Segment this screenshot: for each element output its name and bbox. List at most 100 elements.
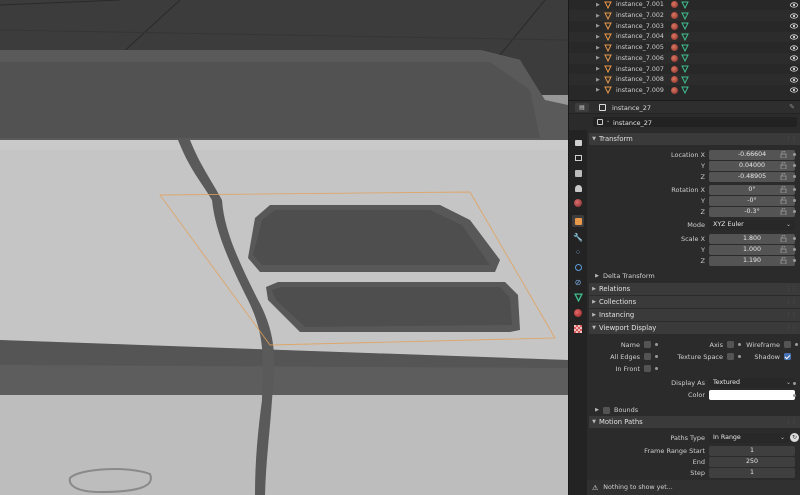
step-field[interactable]: 1 — [709, 468, 795, 478]
tab-data[interactable] — [572, 291, 584, 303]
header-object-name: instance_27 — [612, 104, 652, 112]
pin-icon[interactable]: ✎ — [789, 103, 795, 111]
keyframe-dot-icon[interactable] — [655, 343, 658, 346]
tab-scene[interactable] — [572, 182, 584, 194]
visibility-eye-icon[interactable] — [790, 77, 798, 83]
lock-icon[interactable] — [780, 186, 788, 193]
tab-output[interactable] — [572, 152, 584, 164]
in-front-checkbox[interactable] — [644, 365, 651, 372]
outliner-row[interactable]: ▶ instance_7.007 — [569, 64, 800, 75]
expand-arrow-icon[interactable]: ▶ — [596, 87, 600, 93]
tab-constraints[interactable]: ⊘ — [572, 276, 584, 288]
lock-icon[interactable] — [780, 235, 788, 242]
outliner-row[interactable]: ▶ instance_7.005 — [569, 42, 800, 53]
outliner-row[interactable]: ▶ instance_7.009 — [569, 85, 800, 96]
drag-grip-icon[interactable]: ⋮⋮ — [786, 286, 797, 292]
keyframe-dot-icon[interactable] — [793, 188, 796, 191]
outliner-row[interactable]: ▶ instance_7.002 — [569, 10, 800, 21]
drag-grip-icon[interactable]: ⋮⋮ — [786, 299, 797, 305]
keyframe-dot-icon[interactable] — [795, 343, 798, 346]
lock-icon[interactable] — [780, 162, 788, 169]
expand-arrow-icon[interactable]: ▶ — [596, 55, 600, 61]
outliner-row[interactable]: ▶ instance_7.001 — [569, 0, 800, 10]
expand-arrow-icon[interactable]: ▶ — [596, 66, 600, 72]
keyframe-dot-icon[interactable] — [793, 199, 796, 202]
lock-icon[interactable] — [780, 173, 788, 180]
lock-icon[interactable] — [780, 246, 788, 253]
keyframe-dot-icon[interactable] — [655, 367, 658, 370]
3d-viewport[interactable] — [0, 0, 568, 495]
tab-material[interactable] — [572, 307, 584, 319]
wireframe-checkbox[interactable] — [784, 341, 791, 348]
lock-icon[interactable] — [780, 257, 788, 264]
section-instancing[interactable]: ▶ Instancing ⋮⋮ — [589, 309, 800, 321]
visibility-eye-icon[interactable] — [790, 2, 798, 8]
paths-type-dropdown[interactable]: In Range ⌄ — [709, 433, 789, 443]
tab-modifiers[interactable]: 🔧 — [572, 231, 584, 243]
visibility-eye-icon[interactable] — [790, 87, 798, 94]
outliner-row[interactable]: ▶ instance_7.008 — [569, 74, 800, 86]
object-name-field[interactable]: ⌄ instance_27 — [593, 117, 797, 127]
tab-world[interactable] — [572, 197, 584, 209]
keyframe-dot-icon[interactable] — [793, 248, 796, 251]
visibility-eye-icon[interactable] — [790, 45, 798, 51]
expand-arrow-icon[interactable]: ▶ — [596, 2, 600, 8]
section-transform[interactable]: ▼ Transform ⋮⋮ — [589, 133, 800, 145]
frame-start-field[interactable]: 1 — [709, 446, 795, 456]
wireframe-label: Wireframe — [746, 341, 780, 349]
visibility-eye-icon[interactable] — [790, 23, 798, 29]
lock-icon[interactable] — [780, 208, 788, 215]
visibility-eye-icon[interactable] — [790, 34, 798, 40]
lock-icon[interactable] — [780, 197, 788, 204]
subsection-delta-transform[interactable]: ▶ Delta Transform — [589, 270, 800, 282]
drag-grip-icon[interactable]: ⋮⋮ — [786, 419, 797, 425]
keyframe-dot-icon[interactable] — [793, 259, 796, 262]
editor-type-icon[interactable]: ▤ — [575, 103, 589, 112]
expand-arrow-icon[interactable]: ▶ — [596, 34, 600, 40]
outliner-row[interactable]: ▶ instance_7.003 — [569, 21, 800, 32]
tab-particles[interactable]: ⁘ — [572, 246, 584, 258]
tab-texture[interactable] — [572, 323, 584, 335]
visibility-eye-icon[interactable] — [790, 66, 798, 72]
axis-checkbox[interactable] — [727, 341, 734, 348]
color-swatch[interactable] — [709, 390, 795, 400]
section-collections[interactable]: ▶ Collections ⋮⋮ — [589, 296, 800, 308]
drag-grip-icon[interactable]: ⋮⋮ — [786, 312, 797, 318]
drag-grip-icon[interactable]: ⋮⋮ — [786, 136, 797, 142]
expand-arrow-icon[interactable]: ▶ — [596, 45, 600, 51]
tab-physics[interactable] — [572, 261, 584, 273]
texture-space-checkbox[interactable] — [727, 353, 734, 360]
section-viewport-display[interactable]: ▼ Viewport Display ⋮⋮ — [589, 322, 800, 334]
expand-arrow-icon[interactable]: ▶ — [596, 77, 600, 83]
keyframe-dot-icon[interactable] — [793, 237, 796, 240]
outliner[interactable]: ▶ instance_7.001 ▶ instance_7.002 ▶ inst… — [569, 0, 800, 100]
visibility-eye-icon[interactable] — [790, 12, 798, 19]
tab-render[interactable] — [572, 137, 584, 149]
update-paths-icon[interactable]: ↻ — [790, 433, 799, 442]
visibility-eye-icon[interactable] — [790, 55, 798, 61]
expand-arrow-icon[interactable]: ▶ — [596, 23, 600, 29]
section-motion-paths[interactable]: ▼ Motion Paths ⋮⋮ — [589, 416, 800, 428]
section-relations[interactable]: ▶ Relations ⋮⋮ — [589, 283, 800, 295]
drag-grip-icon[interactable]: ⋮⋮ — [786, 325, 797, 331]
keyframe-dot-icon[interactable] — [793, 210, 796, 213]
lock-icon[interactable] — [780, 151, 788, 158]
outliner-row[interactable]: ▶ instance_7.004 — [569, 31, 800, 43]
keyframe-dot-icon[interactable] — [793, 164, 796, 167]
tab-view-layer[interactable] — [572, 167, 584, 179]
frame-end-field[interactable]: 250 — [709, 457, 795, 467]
outliner-row[interactable]: ▶ instance_7.006 — [569, 53, 800, 64]
subsection-bounds[interactable]: ▶ Bounds — [589, 404, 800, 416]
keyframe-dot-icon[interactable] — [793, 153, 796, 156]
keyframe-dot-icon[interactable] — [793, 394, 796, 397]
bounds-checkbox[interactable] — [603, 406, 610, 414]
keyframe-dot-icon[interactable] — [793, 175, 796, 178]
rotation-mode-dropdown[interactable]: XYZ Euler ⌄ — [709, 220, 795, 230]
keyframe-dot-icon[interactable] — [793, 382, 796, 385]
name-checkbox[interactable] — [644, 341, 651, 348]
display-as-dropdown[interactable]: Textured ⌄ — [709, 378, 795, 388]
all-edges-checkbox[interactable] — [644, 353, 651, 360]
expand-arrow-icon[interactable]: ▶ — [596, 13, 600, 19]
shadow-checkbox[interactable] — [784, 353, 791, 360]
tab-object[interactable] — [572, 215, 584, 227]
